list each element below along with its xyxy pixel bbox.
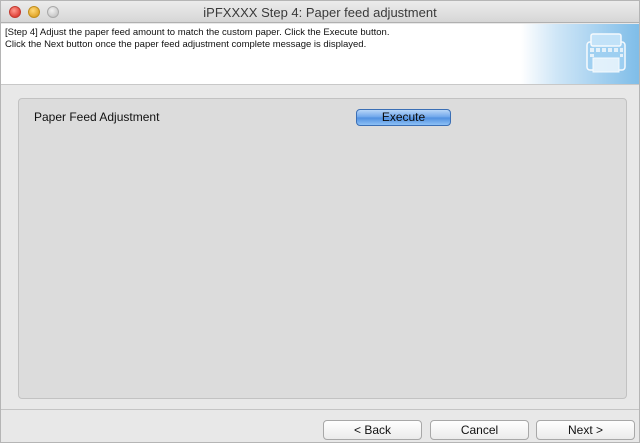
instructions-line-2: Click the Next button once the paper fee… (5, 38, 367, 50)
adjustment-panel: Paper Feed Adjustment Execute (18, 98, 627, 399)
paper-feed-adjustment-label: Paper Feed Adjustment (34, 110, 160, 124)
footer-divider (1, 409, 639, 410)
execute-button[interactable]: Execute (356, 109, 451, 126)
cancel-button[interactable]: Cancel (430, 420, 529, 440)
next-button[interactable]: Next > (536, 420, 635, 440)
instruction-header: [Step 4] Adjust the paper feed amount to… (1, 24, 639, 85)
title-bar[interactable]: iPFXXXX Step 4: Paper feed adjustment (1, 1, 639, 23)
printer-graphic-icon (521, 24, 639, 84)
back-button[interactable]: < Back (323, 420, 422, 440)
instructions-line-1: [Step 4] Adjust the paper feed amount to… (5, 27, 390, 38)
instructions-text: [Step 4] Adjust the paper feed amount to… (5, 27, 505, 50)
window-title: iPFXXXX Step 4: Paper feed adjustment (203, 5, 437, 20)
dialog-window: iPFXXXX Step 4: Paper feed adjustment [S… (0, 0, 640, 443)
